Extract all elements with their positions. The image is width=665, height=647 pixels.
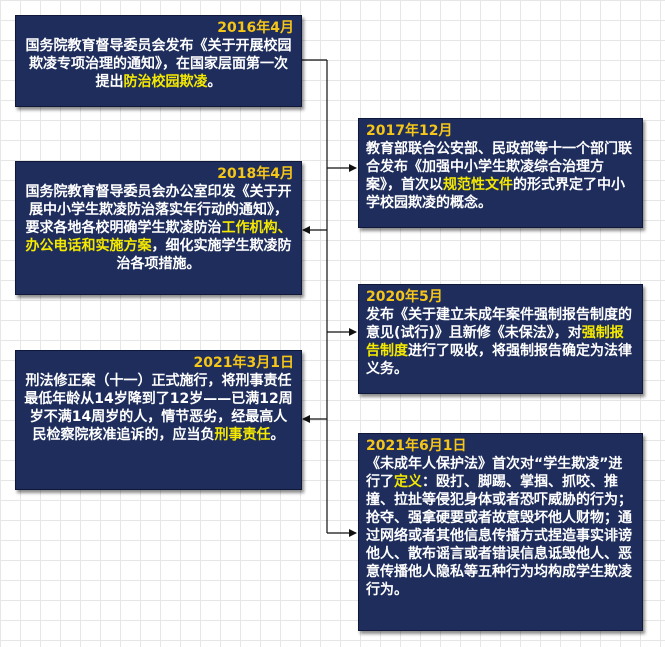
event-text: 刑法修正案（十一）正式施行，将刑事责任最低年龄从14岁降到了12岁——已满12周… xyxy=(23,372,294,444)
event-text-segment: 。 xyxy=(207,74,222,90)
event-text-segment: ：殴打、脚踢、掌掴、抓咬、推撞、拉扯等侵犯身体或者恐吓威胁的行为；抢夺、强拿硬要… xyxy=(366,474,632,598)
event-date: 2017年12月 xyxy=(366,123,453,139)
event-box-2021-06-01: 2021年6月1日 《未成年人保护法》首次对“学生欺凌”进行了定义：殴打、脚踢、… xyxy=(358,433,643,631)
event-box-2018-04: 2018年4月 国务院教育督导委员会办公室印发《关于开展中小学生欺凌防治落实年行… xyxy=(15,161,302,295)
event-text-segment: 。 xyxy=(270,427,285,443)
event-highlight: 防治校园欺凌 xyxy=(123,74,208,90)
event-date: 2018年4月 xyxy=(217,166,294,182)
event-text: 《未成年人保护法》首次对“学生欺凌”进行了定义：殴打、脚踢、掌掴、抓咬、推撞、拉… xyxy=(366,455,635,599)
event-text: 国务院教育督导委员会发布《关于开展校园欺凌专项治理的通知》，在国家层面第一次提出… xyxy=(23,37,294,91)
event-box-2017-12: 2017年12月 教育部联合公安部、民政部等十一个部门联合发布《加强中小学生欺凌… xyxy=(358,118,643,228)
event-date: 2020年5月 xyxy=(366,289,443,305)
event-highlight: 刑事责任 xyxy=(214,427,271,443)
event-box-2021-03-01: 2021年3月1日 刑法修正案（十一）正式施行，将刑事责任最低年龄从14岁降到了… xyxy=(15,350,302,490)
event-date: 2021年3月1日 xyxy=(193,355,294,371)
event-date: 2016年4月 xyxy=(217,20,294,36)
event-highlight: 定义 xyxy=(394,474,422,490)
event-highlight: 规范性文件 xyxy=(443,177,513,193)
event-box-2020-05: 2020年5月 发布《关于建立未成年案件强制报告制度的意见(试行)》且新修《未保… xyxy=(358,284,643,394)
event-box-2016-04: 2016年4月 国务院教育督导委员会发布《关于开展校园欺凌专项治理的通知》，在国… xyxy=(15,15,302,107)
event-text: 发布《关于建立未成年案件强制报告制度的意见(试行)》且新修《未保法》，对强制报告… xyxy=(366,306,635,378)
event-date: 2021年6月1日 xyxy=(366,438,467,454)
event-text: 教育部联合公安部、民政部等十一个部门联合发布《加强中小学生欺凌综合治理方案》，首… xyxy=(366,140,635,212)
event-text: 国务院教育督导委员会办公室印发《关于开展中小学生欺凌防治落实年行动的通知》，要求… xyxy=(23,183,294,273)
